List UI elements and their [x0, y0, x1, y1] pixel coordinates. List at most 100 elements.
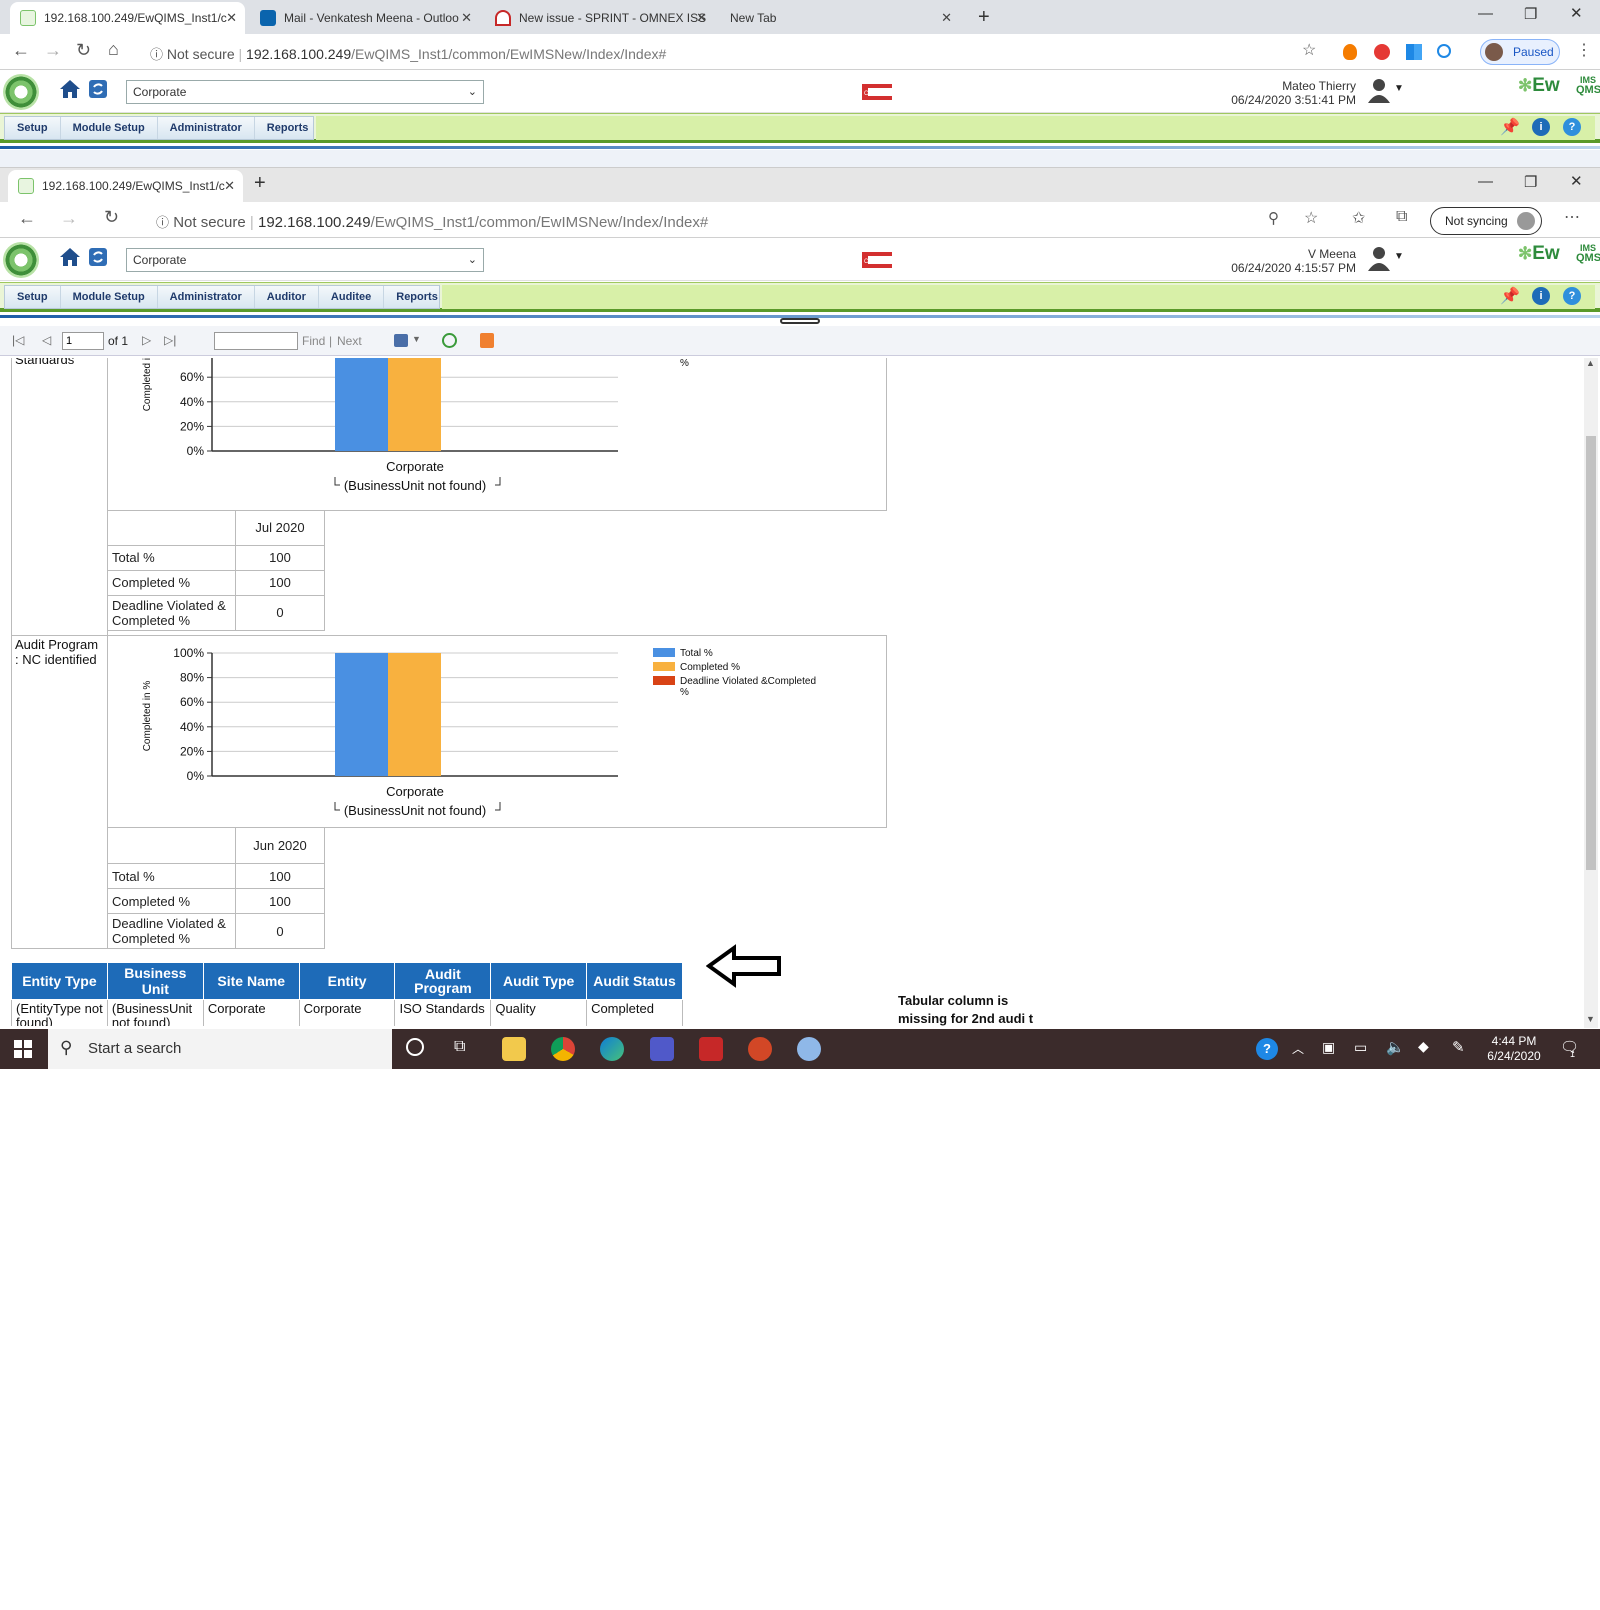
close-window-icon[interactable]: ✕	[1570, 172, 1583, 190]
close-icon[interactable]: ✕	[226, 10, 237, 26]
file-explorer-icon[interactable]	[502, 1037, 526, 1061]
close-icon[interactable]: ✕	[941, 10, 952, 26]
extension-opera-icon[interactable]	[1374, 44, 1390, 60]
browser1-tab-1[interactable]: Mail - Venkatesh Meena - Outloo ✕	[250, 2, 480, 34]
pin-icon[interactable]: 📌	[1500, 117, 1520, 137]
bookmark-star-icon[interactable]: ☆	[1302, 40, 1316, 60]
battery-icon[interactable]: ▭	[1354, 1039, 1367, 1056]
info-icon[interactable]: i	[1532, 287, 1550, 305]
page-number-input[interactable]	[62, 332, 104, 350]
scroll-down-icon[interactable]: ▼	[1586, 1014, 1595, 1024]
refresh-report-icon[interactable]	[442, 333, 457, 348]
menu-setup[interactable]: Setup	[5, 117, 61, 139]
settings-dots-icon[interactable]: ⋯	[1564, 207, 1580, 227]
first-page-icon[interactable]: |◁	[12, 333, 24, 347]
key-icon[interactable]: ⚲	[1268, 209, 1279, 227]
clock[interactable]: 4:44 PM 6/24/2020	[1486, 1034, 1542, 1064]
find-input[interactable]	[214, 332, 298, 350]
profile-button[interactable]: Paused	[1480, 39, 1560, 65]
home-icon[interactable]	[59, 79, 81, 99]
menu-auditor[interactable]: Auditor	[255, 286, 319, 308]
menu-administrator[interactable]: Administrator	[158, 286, 255, 308]
last-page-icon[interactable]: ▷|	[164, 333, 176, 347]
back-icon[interactable]: ←	[18, 208, 36, 229]
powerpoint-icon[interactable]	[748, 1037, 772, 1061]
app-logo-icon[interactable]	[3, 242, 39, 278]
favorite-star-icon[interactable]: ☆	[1304, 208, 1318, 228]
close-icon[interactable]: ✕	[461, 10, 472, 26]
extension-windows-icon[interactable]	[1406, 44, 1422, 60]
chrome-icon[interactable]	[551, 1037, 575, 1061]
network-icon[interactable]: ▣	[1322, 1039, 1335, 1056]
chevron-down-icon[interactable]: ▼	[412, 334, 421, 344]
pin-icon[interactable]: 📌	[1500, 286, 1520, 306]
menu-administrator[interactable]: Administrator	[158, 117, 255, 139]
edge-icon[interactable]	[600, 1037, 624, 1061]
extension-sync-icon[interactable]	[1437, 44, 1451, 58]
home-icon[interactable]: ⌂	[108, 39, 119, 60]
restore-icon[interactable]: ❐	[1524, 173, 1537, 191]
scrollbar-thumb[interactable]	[1586, 436, 1596, 870]
paint-icon[interactable]	[797, 1037, 821, 1061]
cortana-icon[interactable]	[406, 1038, 424, 1056]
taskbar-search[interactable]: ⚲ Start a search	[48, 1029, 392, 1069]
chevron-down-icon[interactable]: ▼	[1394, 251, 1404, 262]
user-avatar-icon[interactable]	[1368, 77, 1390, 103]
task-view-icon[interactable]: ⧉	[454, 1038, 465, 1056]
new-tab-button[interactable]: +	[254, 172, 266, 195]
browser1-tab-0[interactable]: 192.168.100.249/EwQIMS_Inst1/c ✕	[10, 2, 245, 34]
volume-icon[interactable]: 🔈	[1386, 1038, 1405, 1056]
browser2-tab-0[interactable]: 192.168.100.249/EwQIMS_Inst1/c ✕	[8, 170, 243, 202]
find-button[interactable]: Find	[302, 334, 325, 348]
menu-setup[interactable]: Setup	[5, 286, 61, 308]
reload-icon[interactable]: ↻	[104, 207, 119, 228]
back-icon[interactable]: ←	[12, 40, 30, 61]
print-layout-icon[interactable]	[480, 333, 494, 348]
find-next-button[interactable]: Next	[337, 334, 362, 348]
help-tray-icon[interactable]: ?	[1256, 1038, 1278, 1060]
security-app-icon[interactable]	[699, 1037, 723, 1061]
menu-reports[interactable]: Reports	[384, 286, 451, 308]
refresh-icon[interactable]	[88, 247, 108, 267]
scroll-up-icon[interactable]: ▲	[1586, 358, 1595, 368]
report-scrollbar[interactable]: ▲ ▼	[1584, 358, 1598, 1028]
close-icon[interactable]: ✕	[696, 10, 707, 26]
menu-module-setup[interactable]: Module Setup	[61, 286, 158, 308]
new-tab-button[interactable]: +	[978, 6, 990, 29]
chevron-up-icon[interactable]: ︿	[1292, 1040, 1304, 1057]
menu-dots-icon[interactable]: ⋮	[1576, 40, 1592, 60]
pen-icon[interactable]: ✎	[1452, 1038, 1465, 1056]
home-icon[interactable]	[59, 247, 81, 267]
organization-dropdown[interactable]: Corporate ⌄	[126, 80, 484, 104]
export-icon[interactable]	[394, 334, 408, 347]
menu-reports[interactable]: Reports	[255, 117, 322, 139]
collections-icon[interactable]: ⧉	[1396, 208, 1407, 226]
next-page-icon[interactable]: ▷	[142, 333, 151, 347]
help-icon[interactable]: ?	[1563, 118, 1581, 136]
address-bar[interactable]: ⓘ Not secure | 192.168.100.249/EwQIMS_In…	[156, 212, 708, 231]
previous-page-icon[interactable]: ◁	[42, 333, 51, 347]
favorites-icon[interactable]: ✩	[1352, 208, 1365, 228]
extension-fire-icon[interactable]	[1343, 44, 1357, 60]
browser1-tab-2[interactable]: New issue - SPRINT - OMNEX ISS ✕	[485, 2, 715, 34]
refresh-icon[interactable]	[88, 79, 108, 99]
app-logo-icon[interactable]	[3, 74, 39, 110]
forward-icon[interactable]: →	[60, 208, 78, 229]
menu-auditee[interactable]: Auditee	[319, 286, 385, 308]
menu-module-setup[interactable]: Module Setup	[61, 117, 158, 139]
reload-icon[interactable]: ↻	[76, 40, 91, 61]
teams-icon[interactable]	[650, 1037, 674, 1061]
minimize-icon[interactable]: —	[1478, 5, 1493, 22]
windows-start-icon[interactable]	[14, 1040, 32, 1058]
forward-icon[interactable]: →	[44, 40, 62, 61]
restore-icon[interactable]: ❐	[1524, 5, 1537, 23]
chevron-down-icon[interactable]: ▼	[1394, 83, 1404, 94]
splitter-handle[interactable]	[780, 318, 820, 324]
browser1-tab-3[interactable]: New Tab ✕	[720, 2, 960, 34]
info-icon[interactable]: i	[1532, 118, 1550, 136]
organization-dropdown[interactable]: Corporate ⌄	[126, 248, 484, 272]
close-icon[interactable]: ✕	[224, 178, 235, 194]
minimize-icon[interactable]: —	[1478, 173, 1493, 190]
dropbox-icon[interactable]: ◆	[1418, 1038, 1429, 1055]
close-window-icon[interactable]: ✕	[1570, 4, 1583, 22]
